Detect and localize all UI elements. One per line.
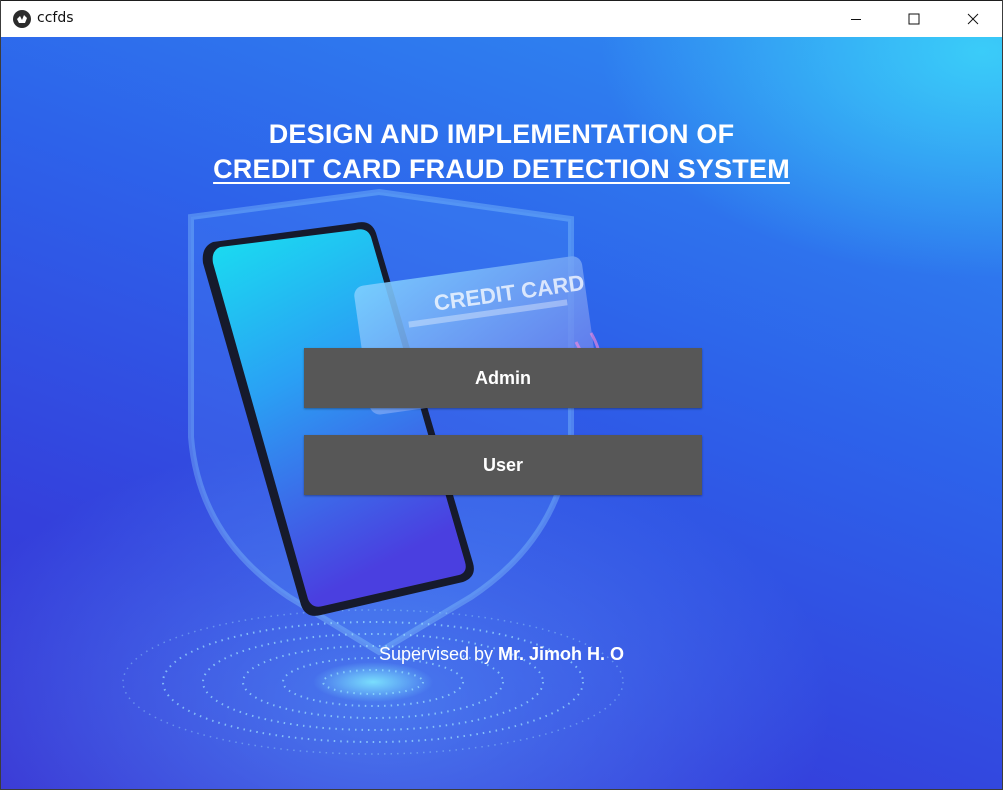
minimize-icon bbox=[851, 19, 861, 20]
main-content: CREDIT CARD DESIGN AND IMPLEMENTATION OF… bbox=[1, 37, 1002, 789]
app-window: ccfds CREDIT CARD DESIGN AND IMPLEMENTAT… bbox=[0, 0, 1003, 790]
user-button[interactable]: User bbox=[304, 435, 702, 495]
maximize-button[interactable] bbox=[885, 1, 943, 37]
supervisor-credit: Supervised by Mr. Jimoh H. O bbox=[1, 644, 1002, 665]
supervisor-prefix: Supervised by bbox=[378, 644, 494, 664]
minimize-button[interactable] bbox=[827, 1, 885, 37]
close-icon bbox=[967, 13, 979, 25]
close-button[interactable] bbox=[944, 1, 1002, 37]
title-bar[interactable]: ccfds bbox=[1, 0, 1002, 37]
kivy-logo-icon bbox=[13, 10, 31, 28]
page-title-line1: DESIGN AND IMPLEMENTATION OF bbox=[268, 119, 735, 149]
page-title-line2-text: CREDIT CARD FRAUD DETECTION SYSTEM bbox=[213, 154, 790, 184]
window-title: ccfds bbox=[37, 10, 74, 26]
maximize-icon bbox=[908, 13, 920, 25]
page-title-line2: CREDIT CARD FRAUD DETECTION SYSTEM bbox=[1, 154, 1002, 185]
supervisor-name: Mr. Jimoh H. O bbox=[498, 644, 625, 664]
admin-button[interactable]: Admin bbox=[304, 348, 702, 408]
